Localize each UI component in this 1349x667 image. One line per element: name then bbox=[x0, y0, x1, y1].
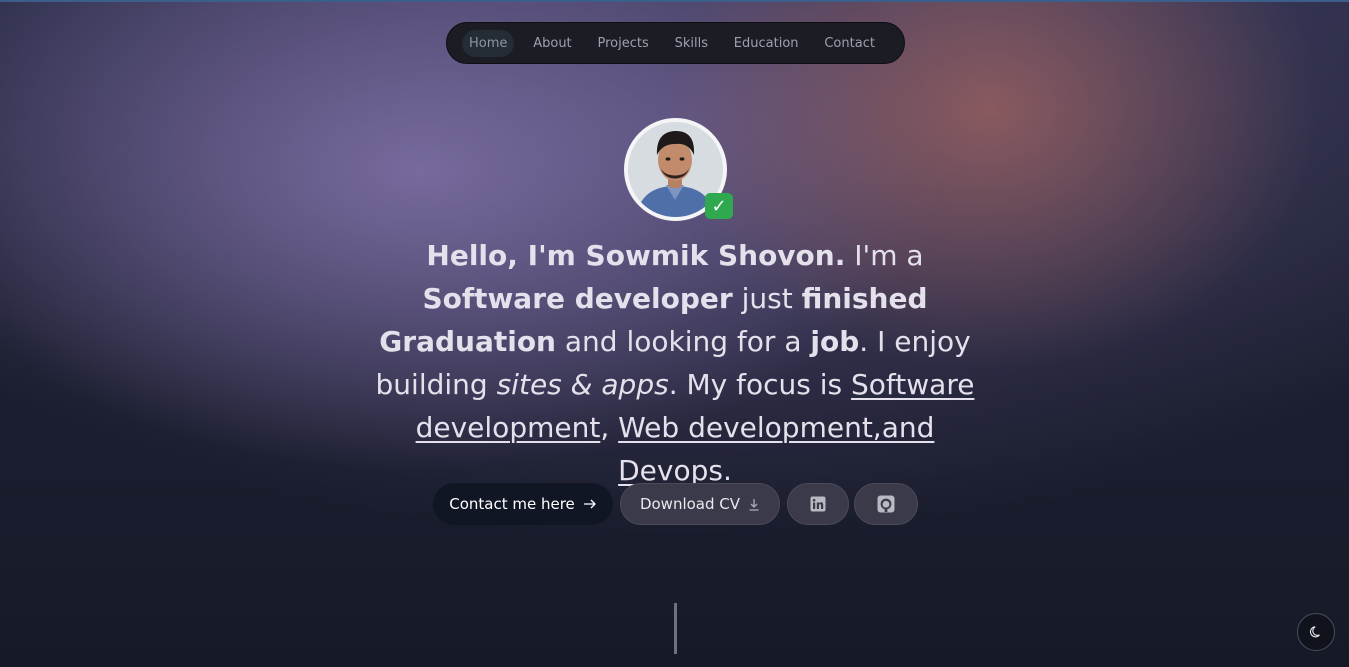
profile-avatar-wrap: ✓ bbox=[624, 118, 733, 221]
moon-icon bbox=[1309, 626, 1320, 638]
download-cv-label: Download CV bbox=[639, 495, 741, 513]
nav-item-home[interactable]: Home bbox=[462, 29, 515, 57]
intro-im-a: I'm a bbox=[845, 239, 924, 272]
intro-sites: sites & apps bbox=[496, 368, 669, 401]
contact-button[interactable]: Contact me here bbox=[433, 483, 613, 525]
nav-item-education[interactable]: Education bbox=[727, 30, 806, 57]
intro-looking: and looking for a bbox=[556, 325, 811, 358]
intro-just: just bbox=[732, 282, 802, 315]
hero-intro: Hello, I'm Sowmik Shovon. I'm a Software… bbox=[370, 234, 980, 492]
nav-item-about[interactable]: About bbox=[526, 30, 578, 57]
arrow-right-icon bbox=[583, 499, 596, 509]
intro-comma: , bbox=[600, 411, 619, 444]
page: Home About Projects Skills Education Con… bbox=[0, 0, 1349, 667]
top-accent-line bbox=[0, 0, 1349, 2]
theme-toggle-button[interactable] bbox=[1297, 613, 1335, 651]
nav-item-skills[interactable]: Skills bbox=[668, 30, 715, 57]
nav-item-projects[interactable]: Projects bbox=[590, 30, 655, 57]
main-nav: Home About Projects Skills Education Con… bbox=[446, 22, 905, 64]
github-icon bbox=[877, 495, 895, 513]
contact-button-label: Contact me here bbox=[449, 495, 575, 513]
linkedin-icon bbox=[810, 496, 826, 512]
intro-focus-web-devops: Web development,and Devops bbox=[618, 411, 935, 487]
check-mark-icon: ✓ bbox=[705, 193, 733, 219]
linkedin-button[interactable] bbox=[787, 483, 849, 525]
download-cv-button[interactable]: Download CV bbox=[620, 483, 780, 525]
download-icon bbox=[749, 498, 759, 511]
intro-hello: Hello, I'm Sowmik Shovon. bbox=[426, 239, 846, 272]
scroll-indicator-line bbox=[674, 603, 677, 654]
nav-item-contact[interactable]: Contact bbox=[817, 30, 882, 57]
intro-focus: . My focus is bbox=[668, 368, 852, 401]
intro-job: job bbox=[810, 325, 860, 358]
github-button[interactable] bbox=[854, 483, 918, 525]
intro-role: Software developer bbox=[422, 282, 733, 315]
